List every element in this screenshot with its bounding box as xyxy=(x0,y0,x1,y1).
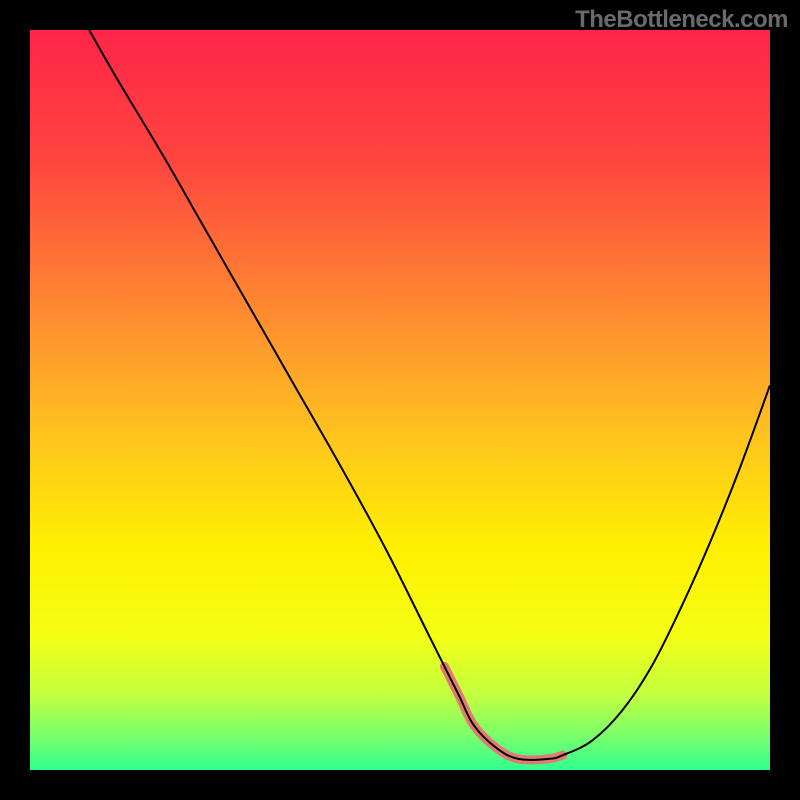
curve-layer xyxy=(30,30,770,770)
bottleneck-curve-series xyxy=(89,30,770,760)
valley-highlight-series xyxy=(444,666,562,760)
chart-container: TheBottleneck.com xyxy=(0,0,800,800)
plot-area xyxy=(30,30,770,770)
